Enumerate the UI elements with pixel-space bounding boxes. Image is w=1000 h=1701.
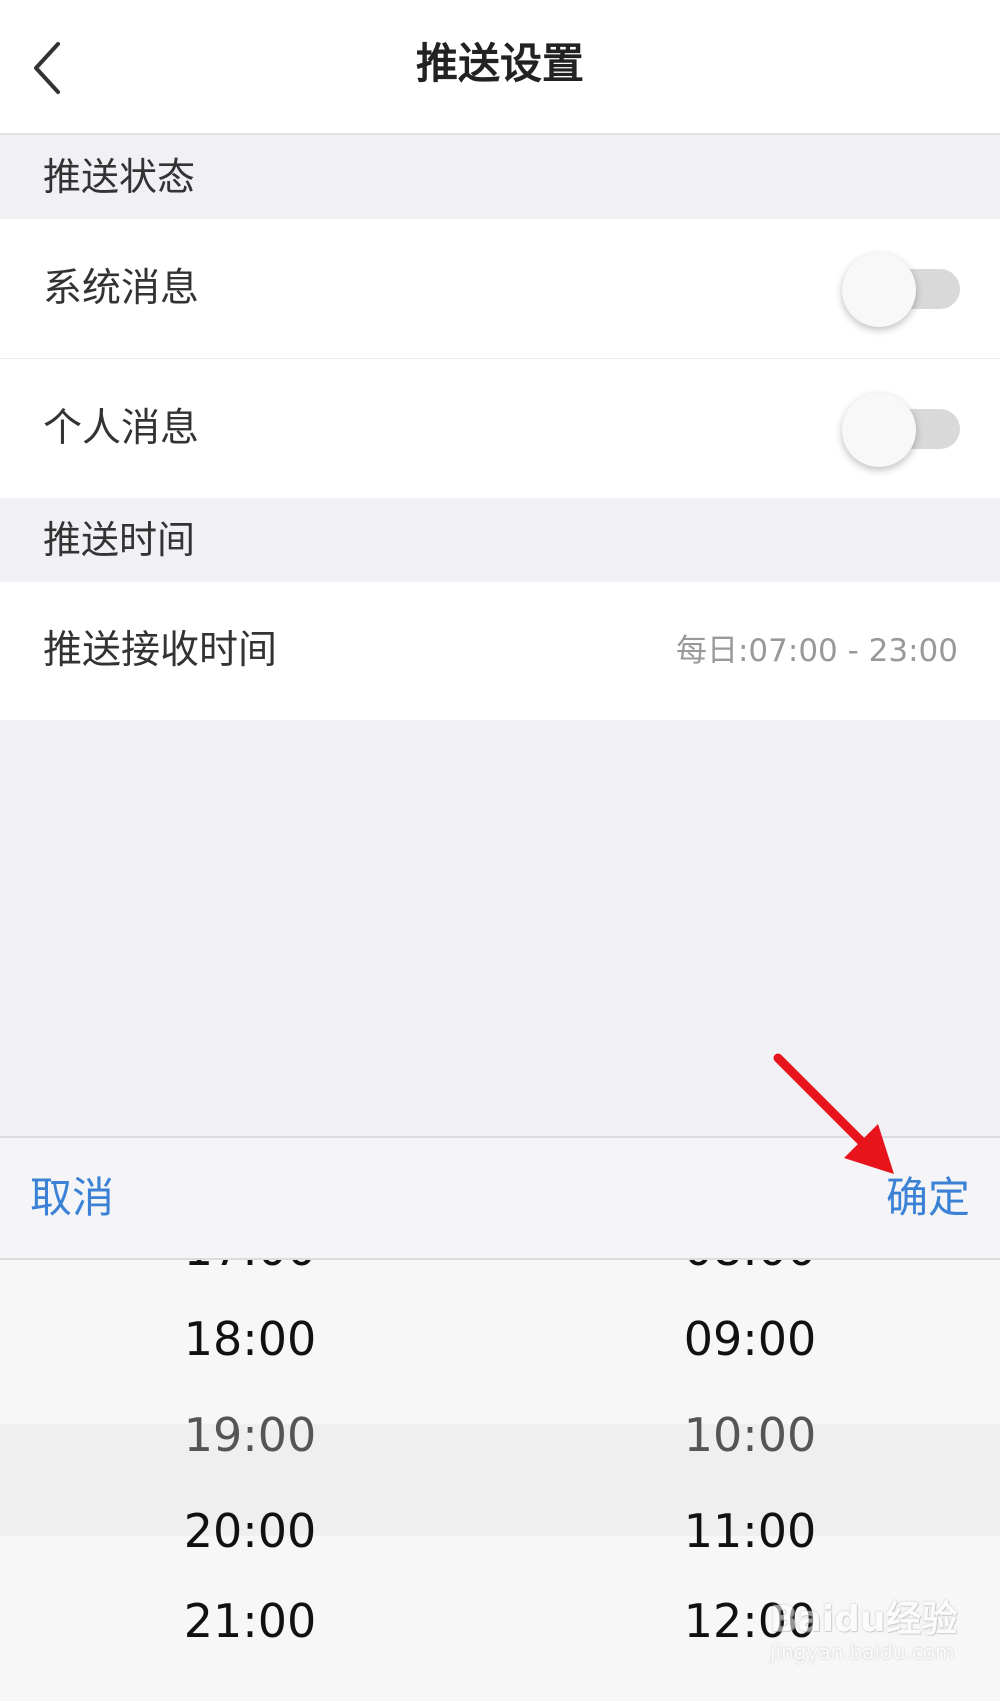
annotation-arrow-icon: [773, 1053, 894, 1174]
picker-item[interactable]: 21:00: [0, 1594, 500, 1648]
cancel-button[interactable]: 取消: [30, 1138, 114, 1258]
picker-item[interactable]: 09:00: [500, 1312, 1000, 1366]
toggle-knob: [842, 253, 916, 327]
picker-item-selected[interactable]: 10:00: [500, 1408, 1000, 1462]
personal-messages-toggle[interactable]: [842, 393, 960, 467]
section-header-status: 推送状态: [0, 135, 1000, 219]
row-personal-messages: 个人消息: [0, 359, 1000, 498]
page-title: 推送设置: [415, 39, 584, 88]
toggle-knob: [842, 393, 916, 467]
row-system-messages: 系统消息: [0, 219, 1000, 358]
picker-column-start[interactable]: 17:00 18:00 19:00 20:00 21:00: [0, 1260, 500, 1701]
nav-bar: 推送设置: [0, 0, 1000, 135]
row-receive-time[interactable]: 推送接收时间 每日:07:00 - 23:00: [0, 582, 1000, 720]
picker-item-selected[interactable]: 19:00: [0, 1408, 500, 1462]
receive-time-value: 每日:07:00 - 23:00: [675, 633, 958, 669]
picker-item[interactable]: 11:00: [500, 1504, 1000, 1558]
watermark-url: jingyan.baidu.com: [770, 1640, 955, 1664]
picker-item[interactable]: 20:00: [0, 1504, 500, 1558]
row-label-personal-messages: 个人消息: [43, 406, 200, 451]
picker-item[interactable]: 17:00: [0, 1260, 500, 1276]
row-label-system-messages: 系统消息: [43, 266, 200, 311]
watermark-logo: Baidu经验: [770, 1599, 958, 1640]
system-messages-toggle[interactable]: [842, 253, 960, 327]
watermark: Baidu经验 jingyan.baidu.com: [760, 1590, 980, 1680]
picker-item[interactable]: 18:00: [0, 1312, 500, 1366]
section-header-time: 推送时间: [0, 498, 1000, 582]
picker-item[interactable]: 08:00: [500, 1260, 1000, 1276]
row-label-receive-time: 推送接收时间: [43, 628, 278, 673]
